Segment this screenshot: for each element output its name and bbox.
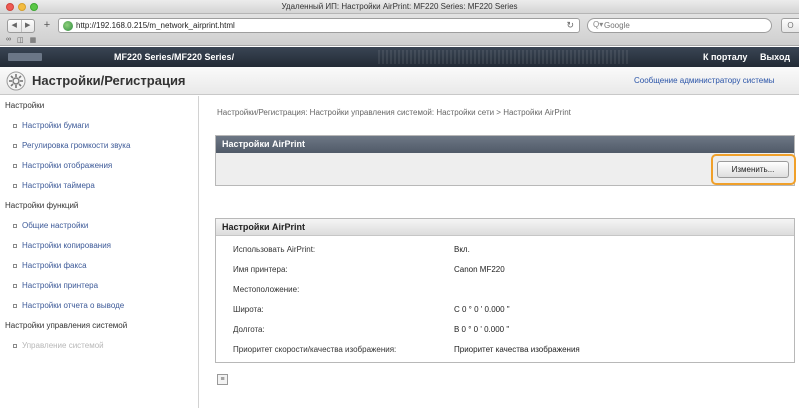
add-bookmark-icon[interactable]: + — [40, 19, 54, 33]
row-value: В 0 ° 0 ' 0.000 " — [454, 325, 510, 334]
sidebar-item-common[interactable]: Общие настройки — [0, 216, 198, 236]
site-globe-icon — [63, 21, 73, 31]
table-row: Широта: С 0 ° 0 ' 0.000 " — [216, 300, 794, 320]
search-bar[interactable]: Q▾ — [587, 18, 772, 33]
window-titlebar: Удаленный ИП: Настройки AirPrint: MF220 … — [0, 0, 799, 14]
row-label: Имя принтера: — [233, 265, 288, 274]
row-value: С 0 ° 0 ' 0.000 " — [454, 305, 510, 314]
bullet-icon — [13, 283, 17, 288]
row-label: Приоритет скорости/качества изображения: — [233, 345, 397, 354]
header-decoration — [378, 50, 628, 64]
row-value: Canon MF220 — [454, 265, 505, 274]
bullet-icon — [13, 183, 17, 188]
sidebar-item-display[interactable]: Настройки отображения — [0, 156, 198, 176]
page-title-bar: Настройки/Регистрация Сообщение админист… — [0, 67, 799, 95]
bullet-icon — [13, 123, 17, 128]
top-sites-icon[interactable]: ▦ — [30, 36, 37, 44]
bullet-icon — [13, 143, 17, 148]
airprint-settings-panel: Настройки AirPrint Использовать AirPrint… — [215, 218, 795, 363]
sidebar: Настройки Настройки бумаги Регулировка г… — [0, 96, 199, 408]
panel-body: Изменить... — [216, 153, 796, 185]
row-label: Местоположение: — [233, 285, 300, 294]
sidebar-section-system[interactable]: Настройки управления системой — [0, 316, 198, 336]
sidebar-item-paper[interactable]: Настройки бумаги — [0, 116, 198, 136]
url-text[interactable]: http://192.168.0.215/m_network_airprint.… — [76, 21, 235, 30]
reading-list-icon[interactable]: ∞ — [6, 36, 11, 44]
sidebar-item-label: Настройки факса — [22, 261, 87, 270]
table-row: Использовать AirPrint: Вкл. — [216, 240, 794, 260]
sidebar-item-label: Управление системой — [22, 341, 104, 350]
row-label: Широта: — [233, 305, 264, 314]
edit-button[interactable]: Изменить... — [717, 161, 789, 178]
sidebar-item-volume[interactable]: Регулировка громкости звука — [0, 136, 198, 156]
sidebar-item-label: Настройки бумаги — [22, 121, 90, 130]
bullet-icon — [13, 343, 17, 348]
sidebar-item-label: Настройки отображения — [22, 161, 113, 170]
settings-table: Использовать AirPrint: Вкл. Имя принтера… — [216, 236, 794, 360]
bullet-icon — [13, 163, 17, 168]
row-label: Долгота: — [233, 325, 265, 334]
back-arrow-icon[interactable]: ◀ — [8, 20, 22, 32]
portal-link[interactable]: К порталу — [703, 52, 747, 62]
address-bar[interactable]: http://192.168.0.215/m_network_airprint.… — [58, 18, 580, 33]
page-title: Настройки/Регистрация — [32, 73, 186, 88]
window-title: Удаленный ИП: Настройки AirPrint: MF220 … — [281, 2, 518, 11]
bullet-icon — [13, 243, 17, 248]
row-value: Вкл. — [454, 245, 470, 254]
sidebar-item-label: Регулировка громкости звука — [22, 141, 131, 150]
sidebar-item-printer[interactable]: Настройки принтера — [0, 276, 198, 296]
canon-logo-icon — [8, 53, 42, 61]
row-label: Использовать AirPrint: — [233, 245, 316, 254]
reload-icon[interactable]: ↻ — [566, 20, 574, 31]
sidebar-item-system-management[interactable]: Управление системой — [0, 336, 198, 356]
browser-toolbar: ◀ ▶ + http://192.168.0.215/m_network_air… — [0, 14, 799, 46]
bookmarks-bar: ∞ ◫ ▦ — [6, 36, 36, 44]
forward-arrow-icon[interactable]: ▶ — [22, 20, 35, 32]
reader-icon[interactable]: O — [781, 18, 799, 33]
edit-button-highlight: Изменить... — [711, 154, 796, 185]
panel-title: Настройки AirPrint — [216, 219, 794, 236]
device-name: MF220 Series/MF220 Series/ — [114, 52, 235, 62]
logout-link[interactable]: Выход — [760, 52, 790, 62]
table-row: Имя принтера: Canon MF220 — [216, 260, 794, 280]
sidebar-section-functions[interactable]: Настройки функций — [0, 196, 198, 216]
admin-message-link[interactable]: Сообщение администратору системы — [634, 76, 774, 85]
search-icon: Q▾ — [593, 20, 604, 29]
site-header: MF220 Series/MF220 Series/ К порталу Вых… — [0, 47, 799, 67]
panel-title: Настройки AirPrint — [216, 136, 794, 153]
sidebar-item-label: Настройки отчета о выводе — [22, 301, 125, 310]
sidebar-item-label: Настройки принтера — [22, 281, 99, 290]
sidebar-item-timer[interactable]: Настройки таймера — [0, 176, 198, 196]
breadcrumb: Настройки/Регистрация: Настройки управле… — [217, 108, 571, 117]
main-content: Настройки/Регистрация: Настройки управле… — [200, 96, 799, 408]
back-forward-buttons: ◀ ▶ — [7, 19, 35, 33]
table-row: Местоположение: — [216, 280, 794, 300]
search-input[interactable] — [604, 20, 764, 31]
bullet-icon — [13, 303, 17, 308]
sidebar-item-fax[interactable]: Настройки факса — [0, 256, 198, 276]
bookmarks-icon[interactable]: ◫ — [17, 36, 24, 44]
sidebar-item-label: Настройки таймера — [22, 181, 95, 190]
row-value: Приоритет качества изображения — [454, 345, 580, 354]
airprint-edit-panel: Настройки AirPrint Изменить... — [215, 135, 796, 186]
sidebar-item-copy[interactable]: Настройки копирования — [0, 236, 198, 256]
sidebar-section-settings[interactable]: Настройки — [0, 96, 198, 116]
table-row: Приоритет скорости/качества изображения:… — [216, 340, 794, 360]
settings-registration-icon — [6, 71, 26, 91]
bullet-icon — [13, 223, 17, 228]
table-row: Долгота: В 0 ° 0 ' 0.000 " — [216, 320, 794, 340]
print-icon[interactable]: ≡ — [217, 374, 228, 385]
sidebar-item-label: Общие настройки — [22, 221, 89, 230]
sidebar-item-label: Настройки копирования — [22, 241, 112, 250]
sidebar-item-report[interactable]: Настройки отчета о выводе — [0, 296, 198, 316]
bullet-icon — [13, 263, 17, 268]
